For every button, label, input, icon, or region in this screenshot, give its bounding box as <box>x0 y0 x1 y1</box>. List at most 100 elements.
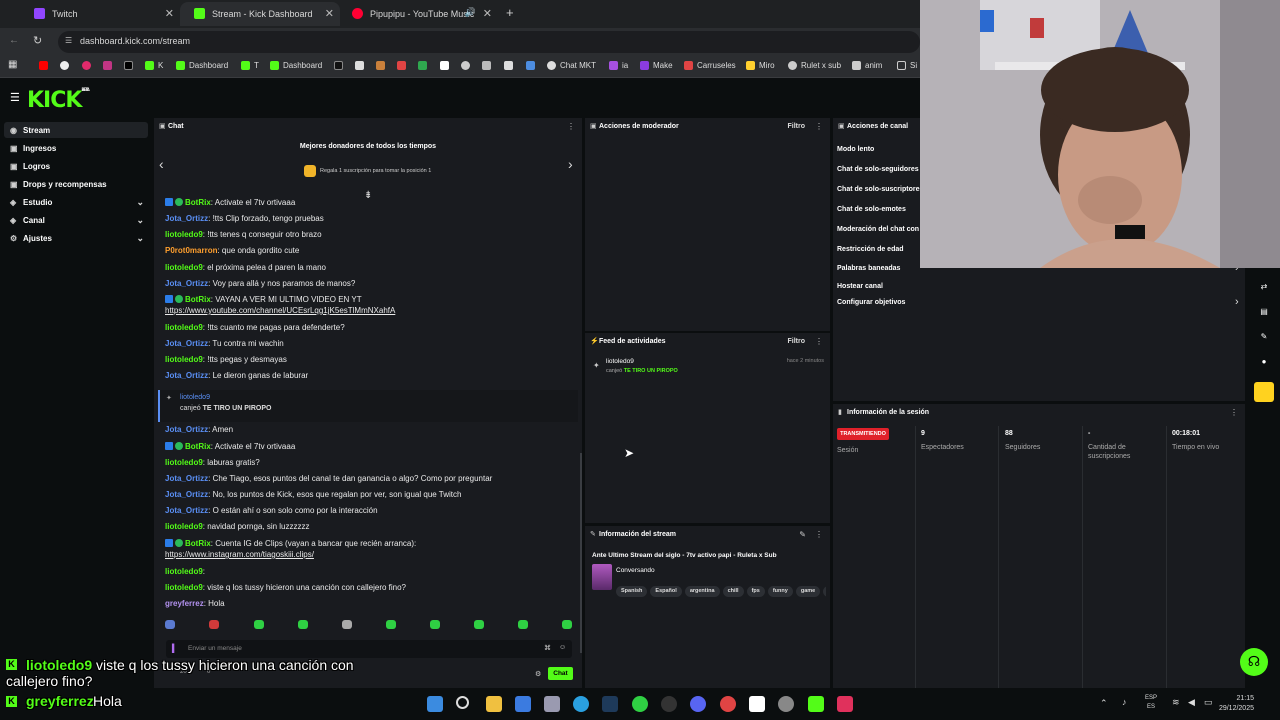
chat-username[interactable]: P0rot0marron <box>165 246 217 255</box>
steam-icon[interactable] <box>602 696 618 712</box>
tab-twitch[interactable]: Twitch ✕ <box>20 2 180 26</box>
app-icon[interactable] <box>778 696 794 712</box>
bookmark-icon[interactable] <box>526 61 535 70</box>
tag[interactable]: Español <box>650 586 682 597</box>
chat-username[interactable]: BotRix <box>185 198 211 207</box>
chat-username[interactable]: BotRix <box>185 442 211 451</box>
bookmark-dashboard-2[interactable]: Dashboard <box>270 61 322 70</box>
url-field[interactable]: ☰ dashboard.kick.com/stream <box>58 31 920 53</box>
sidebar-item-estudio[interactable]: ◈ Estudio ⌄ <box>4 194 148 210</box>
chat-username[interactable]: greyferrez <box>165 599 204 608</box>
chat-username[interactable]: Jota_Ortizz <box>165 425 208 434</box>
chat-username[interactable]: liotoledo9 <box>165 583 203 592</box>
action-followers-only[interactable]: Chat de solo-seguidores <box>837 166 919 173</box>
chat-username[interactable]: Jota_Ortizz <box>165 474 208 483</box>
redemption-user[interactable]: liotoledo9 <box>180 394 210 401</box>
bookmark-miro[interactable]: Miro <box>746 61 775 70</box>
audio-icon[interactable]: 🔊 <box>465 7 476 18</box>
bookmark-kick[interactable]: K <box>145 61 163 70</box>
bookmark-icon[interactable] <box>482 61 491 70</box>
tab-kick-dashboard[interactable]: Stream - Kick Dashboard ✕ <box>180 2 340 26</box>
tray-chevron-icon[interactable]: ⌃ <box>1100 698 1108 709</box>
emote-icon[interactable] <box>518 620 528 629</box>
bookmark-icon[interactable] <box>397 61 406 70</box>
rail-icon[interactable]: ✎ <box>1256 332 1272 348</box>
chat-username[interactable]: BotRix <box>185 295 211 304</box>
emote-icon[interactable] <box>209 620 219 629</box>
clock[interactable]: 21:15 29/12/2025 <box>1210 694 1254 714</box>
search-icon[interactable] <box>456 696 469 709</box>
bookmark-carruseles[interactable]: Carruseles <box>684 61 736 70</box>
chat-link-text[interactable]: https://www.instagram.com/tiagoskiii.cli… <box>165 550 314 559</box>
bookmark-icon[interactable] <box>82 61 91 70</box>
category-thumbnail[interactable] <box>592 564 612 590</box>
chat-username[interactable]: BotRix <box>185 539 211 548</box>
support-icon[interactable]: ☊ <box>1240 648 1268 676</box>
chat-username[interactable]: liotoledo9 <box>165 323 203 332</box>
chevron-right-icon[interactable]: › <box>568 156 573 172</box>
language-indicator[interactable]: ESP ES <box>1145 694 1157 712</box>
activity-item[interactable]: ✦ liotoledo9 canjeó TE TIRO UN PIROPO ha… <box>591 358 826 378</box>
emote-icon[interactable] <box>386 620 396 629</box>
bookmark-make[interactable]: Make <box>640 61 673 70</box>
chevron-right-icon[interactable]: › <box>1235 296 1239 308</box>
emoji-icon[interactable]: ☺ <box>559 644 566 651</box>
emote-icon[interactable] <box>474 620 484 629</box>
emote-icon[interactable] <box>298 620 308 629</box>
tag[interactable]: game <box>795 586 821 597</box>
close-icon[interactable]: ✕ <box>483 7 492 20</box>
obs-icon[interactable] <box>661 696 677 712</box>
emote-icon[interactable] <box>430 620 440 629</box>
chat-username[interactable]: liotoledo9 <box>165 458 203 467</box>
more-options-icon[interactable]: ⋮ <box>815 337 823 346</box>
reload-icon[interactable]: ↻ <box>33 34 42 47</box>
bookmark-tiktok[interactable] <box>334 61 343 70</box>
sidebar-item-canal[interactable]: ◈ Canal ⌄ <box>4 212 148 228</box>
bookmark-chat-mkt[interactable]: Chat MKT <box>547 61 596 70</box>
action-host-channel[interactable]: Hostear canal <box>837 283 883 290</box>
more-options-icon[interactable]: ⋮ <box>815 530 823 539</box>
capcut-icon[interactable] <box>749 696 765 712</box>
emote-icon[interactable] <box>562 620 572 629</box>
chat-input[interactable]: ▍ Enviar un mensaje ⌘ ☺ <box>166 640 572 658</box>
chat-username[interactable]: Jota_Ortizz <box>165 214 208 223</box>
chevron-left-icon[interactable]: ‹ <box>159 156 164 172</box>
rail-icon[interactable]: ● <box>1256 357 1272 373</box>
bookmark-t[interactable]: T <box>241 61 259 70</box>
close-icon[interactable]: ✕ <box>325 7 334 20</box>
chat-link[interactable]: https://www.instagram.com/tiagoskiii.cli… <box>165 550 314 559</box>
sidebar-item-ajustes[interactable]: ⚙ Ajustes ⌄ <box>4 230 148 246</box>
bookmark-dashboard[interactable]: Dashboard <box>176 61 228 70</box>
chat-username[interactable]: liotoledo9 <box>165 230 203 239</box>
rail-icon[interactable]: ⇄ <box>1256 282 1272 298</box>
start-icon[interactable] <box>427 696 443 712</box>
notepad-icon[interactable] <box>515 696 531 712</box>
rail-highlight-icon[interactable] <box>1254 382 1274 402</box>
sidebar-item-stream[interactable]: ◉ Stream <box>4 122 148 138</box>
volume-icon[interactable]: ◀ <box>1188 697 1195 708</box>
bookmark-rulet-x-sub[interactable]: Rulet x sub <box>788 61 841 70</box>
action-ai-moderation[interactable]: Moderación del chat con IA <box>837 226 928 233</box>
tag[interactable]: argentina <box>684 586 720 597</box>
kick-app-icon[interactable] <box>808 696 824 712</box>
chat-username[interactable]: Jota_Ortizz <box>165 371 208 380</box>
mic-icon[interactable]: ▍ <box>172 644 178 653</box>
filter-button[interactable]: Filtro <box>788 123 806 130</box>
close-icon[interactable]: ✕ <box>165 7 174 20</box>
sidebar-item-logros[interactable]: ▣ Logros <box>4 158 148 174</box>
microphone-icon[interactable]: ♪ <box>1122 697 1127 707</box>
bookmark-ia[interactable]: ia <box>609 61 628 70</box>
new-tab-button[interactable]: + <box>506 5 514 20</box>
apps-icon[interactable]: ▦ <box>8 59 17 70</box>
menu-icon[interactable]: ☰ <box>10 91 20 104</box>
sidebar-item-ingresos[interactable]: ▣ Ingresos <box>4 140 148 156</box>
send-chat-button[interactable]: Chat <box>548 667 573 680</box>
more-options-icon[interactable]: ⋮ <box>1230 408 1238 417</box>
action-banned-words[interactable]: Palabras baneadas <box>837 265 900 272</box>
bookmark-x[interactable] <box>124 61 133 70</box>
filter-button[interactable]: Filtro <box>788 338 806 345</box>
chat-link[interactable]: https://www.youtube.com/channel/UCEsrLqg… <box>165 306 395 315</box>
bookmark-icon[interactable] <box>60 61 69 70</box>
bookmark-icon[interactable] <box>355 61 364 70</box>
bookmark-drive[interactable] <box>418 61 427 70</box>
